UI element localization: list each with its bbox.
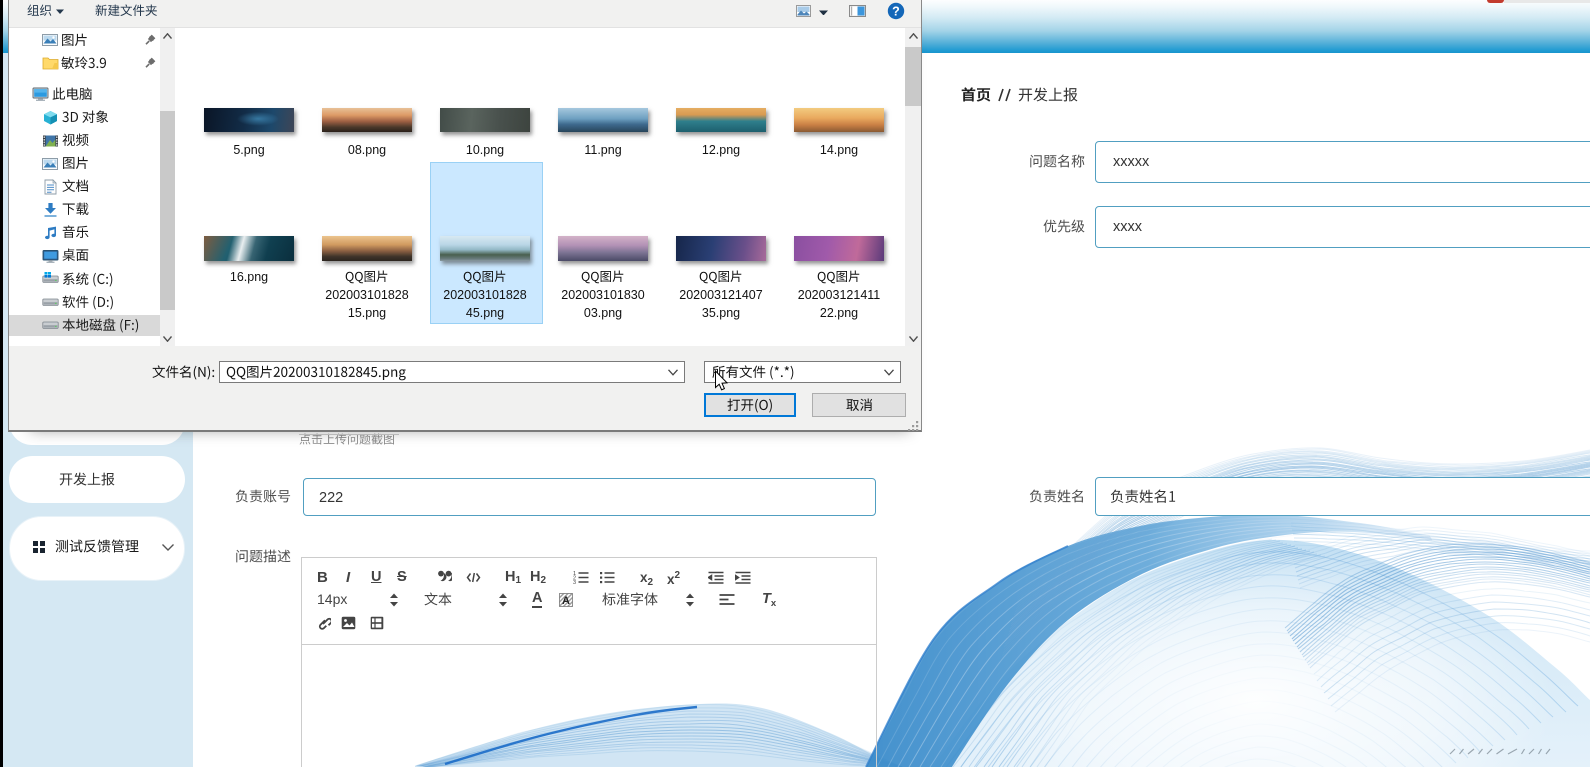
svg-text:?: ? [892, 4, 900, 18]
svg-text:A: A [562, 595, 570, 607]
svg-text:3: 3 [573, 580, 576, 584]
